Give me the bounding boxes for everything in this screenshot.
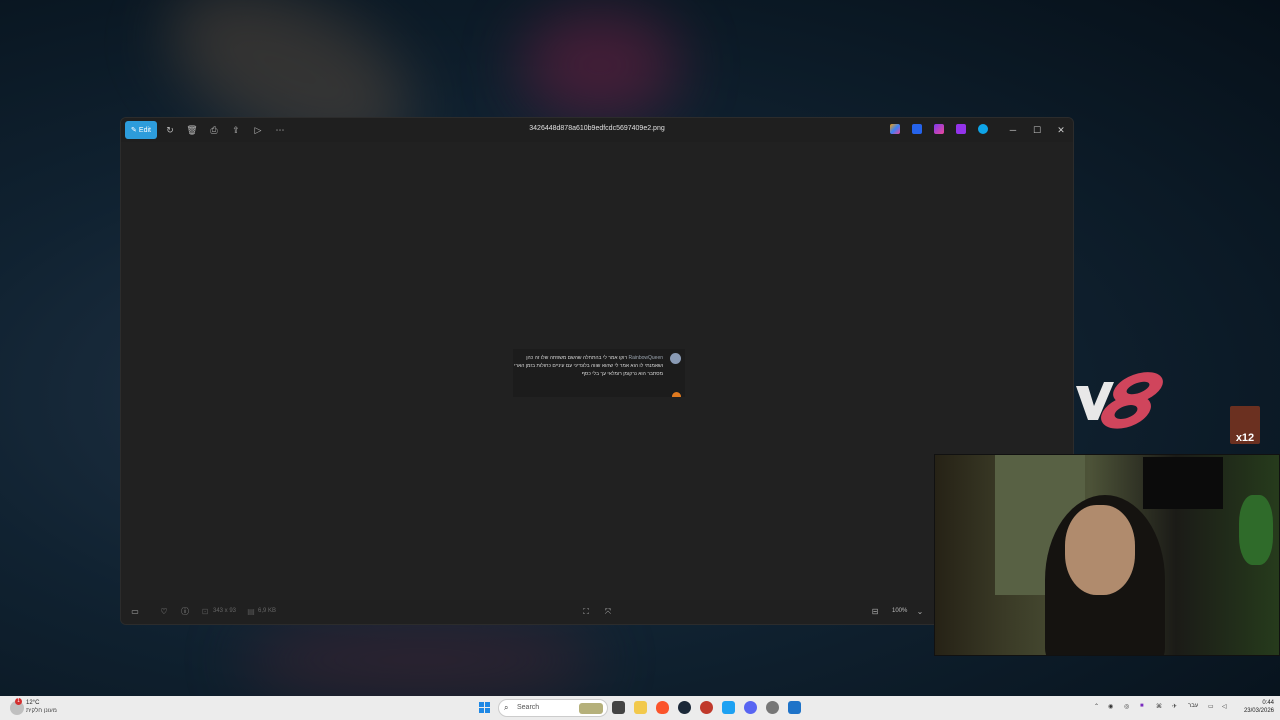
photos-window: ✎ Edit ↻ 🗑 ⎙ ⇪ ▷ ⋯ 3426448d878a610b9edfc…: [120, 117, 1074, 625]
clock-time: 0:44: [1262, 700, 1274, 706]
settings-icon[interactable]: [766, 701, 779, 714]
tray-icon[interactable]: ■: [1140, 703, 1144, 709]
notification-badge: 1: [15, 698, 22, 705]
dimensions-icon: ⊡: [201, 607, 209, 616]
background-plant: [1239, 495, 1273, 565]
info-icon[interactable]: ⓘ: [179, 606, 191, 618]
maximize-icon[interactable]: ☐: [1030, 123, 1044, 137]
volume-icon[interactable]: ◁: [1222, 703, 1227, 710]
chat-message: RainbowQueen רוקו אמר לי בהתחלה שהשם משפ…: [513, 354, 663, 378]
weather-condition[interactable]: מעונן חלקית: [26, 708, 57, 714]
image-preview: RainbowQueen רוקו אמר לי בהתחלה שהשם משפ…: [513, 349, 685, 397]
emote-count: x12: [1235, 432, 1255, 444]
favorite-icon[interactable]: ♡: [158, 606, 170, 618]
file-size: 6,9 KB: [258, 608, 277, 614]
onedrive-icon[interactable]: [978, 124, 988, 134]
start-button[interactable]: [479, 702, 491, 714]
tray-icon[interactable]: ◎: [1124, 703, 1129, 710]
tray-icon[interactable]: ✈: [1172, 703, 1177, 710]
filesize-icon: ▤: [247, 607, 255, 616]
search-highlight-image: [579, 703, 603, 714]
taskbar: 1 12°C מעונן חלקית ⌕ Search ⌃ ◉ ◎ ■ ⌘ ✈ …: [0, 696, 1280, 720]
search-placeholder: Search: [517, 704, 540, 711]
image-dimensions: 343 x 93: [213, 608, 237, 614]
app-icon[interactable]: [700, 701, 713, 714]
close-icon[interactable]: ✕: [1054, 123, 1068, 137]
background-monitor: [1143, 457, 1223, 509]
title-bar: ✎ Edit ↻ 🗑 ⎙ ⇪ ▷ ⋯ 3426448d878a610b9edfc…: [121, 118, 1073, 142]
status-bar: ▭ ♡ ⓘ ⊡ 343 x 93 ▤ 6,9 KB ⛶ ⤧ ⊟ 100% ⌄: [121, 600, 1073, 624]
webcam-overlay: [934, 454, 1280, 656]
fullscreen-icon[interactable]: ⊟: [869, 606, 881, 618]
tray-icon[interactable]: ◉: [1108, 703, 1113, 710]
background-shape: [240, 620, 600, 700]
zoom-level[interactable]: 100%: [892, 608, 907, 614]
crop-icon[interactable]: ⛶: [580, 606, 592, 618]
chevron-up-icon[interactable]: ⌃: [1094, 703, 1099, 710]
avatar: [670, 353, 681, 364]
taskbar-search[interactable]: ⌕ Search: [498, 699, 608, 717]
background-shape: [520, 10, 680, 120]
v8-logo: [1076, 372, 1163, 429]
task-view-icon[interactable]: [612, 701, 625, 714]
network-icon[interactable]: ▭: [1208, 703, 1214, 710]
clipchamp-icon[interactable]: [912, 124, 922, 134]
avatar: [672, 392, 681, 397]
discord-icon[interactable]: [744, 701, 757, 714]
clock[interactable]: 0:44 23/03/2026: [1244, 699, 1274, 715]
filmstrip-icon[interactable]: ▭: [129, 606, 141, 618]
weather-temperature[interactable]: 12°C: [26, 700, 39, 706]
clock-date: 23/03/2026: [1243, 708, 1274, 714]
chat-username: RainbowQueen: [627, 355, 663, 361]
streamer-face: [1065, 505, 1135, 595]
photos-app-icon[interactable]: [956, 124, 966, 134]
language-indicator[interactable]: עבר: [1188, 703, 1198, 709]
copilot-icon[interactable]: [890, 124, 900, 134]
photos-taskbar-icon[interactable]: [788, 701, 801, 714]
minimize-icon[interactable]: ─: [1006, 123, 1020, 137]
search-icon: ⌕: [504, 703, 509, 712]
emote-badge: x12: [1230, 406, 1260, 444]
steam-icon[interactable]: [678, 701, 691, 714]
designer-icon[interactable]: [934, 124, 944, 134]
file-explorer-icon[interactable]: [634, 701, 647, 714]
chevron-down-icon[interactable]: ⌄: [914, 606, 926, 618]
app-icon[interactable]: [722, 701, 735, 714]
brave-icon[interactable]: [656, 701, 669, 714]
tray-icon[interactable]: ⌘: [1156, 703, 1162, 710]
fit-icon[interactable]: ⤧: [602, 606, 614, 618]
image-viewport[interactable]: RainbowQueen רוקו אמר לי בהתחלה שהשם משפ…: [121, 142, 1073, 602]
file-title: 3426448d878a610b9edfcdc5697409e2.png: [529, 125, 665, 132]
